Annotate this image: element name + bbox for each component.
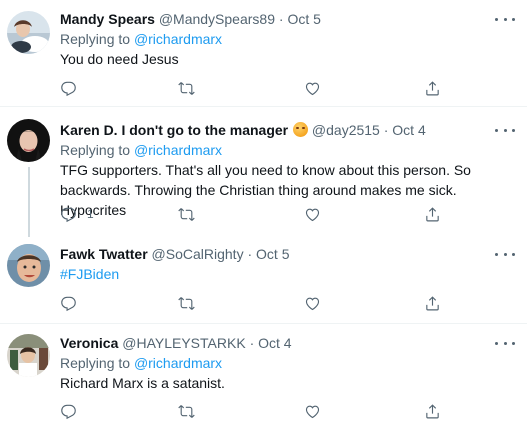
reply-button[interactable] bbox=[60, 401, 87, 421]
mention-link[interactable]: @richardmarx bbox=[134, 355, 222, 371]
like-button[interactable] bbox=[304, 401, 321, 421]
replying-to-label: Replying to bbox=[60, 31, 131, 47]
user-handle[interactable]: @SoCalRighty bbox=[152, 246, 244, 262]
mention-link[interactable]: @richardmarx bbox=[134, 142, 222, 158]
reply-icon bbox=[60, 206, 77, 223]
tweet-date[interactable]: Oct 4 bbox=[258, 335, 291, 351]
avatar[interactable] bbox=[7, 334, 50, 377]
reply-icon bbox=[60, 80, 77, 97]
share-button[interactable] bbox=[424, 401, 441, 421]
like-icon bbox=[304, 80, 321, 97]
retweet-icon bbox=[178, 80, 195, 97]
avatar[interactable] bbox=[7, 244, 50, 287]
tweet[interactable]: Fawk Twatter @SoCalRighty · Oct 5 #FJBid… bbox=[0, 233, 527, 323]
tweet-date[interactable]: Oct 4 bbox=[392, 122, 425, 138]
reply-count: 1 bbox=[87, 207, 94, 221]
user-handle[interactable]: @HAYLEYSTARKK bbox=[122, 335, 245, 351]
display-name[interactable]: Fawk Twatter bbox=[60, 246, 148, 262]
separator-dot: · bbox=[278, 11, 284, 27]
tweet[interactable]: Veronica @HAYLEYSTARKK · Oct 4 Replying … bbox=[0, 324, 527, 430]
more-icon[interactable] bbox=[495, 249, 515, 259]
mention-link[interactable]: @richardmarx bbox=[134, 31, 222, 47]
replying-to: Replying to @richardmarx bbox=[60, 140, 519, 160]
replying-to-label: Replying to bbox=[60, 142, 131, 158]
reply-button[interactable] bbox=[60, 78, 87, 98]
like-icon bbox=[304, 295, 321, 312]
share-icon bbox=[424, 295, 441, 312]
replying-to-label: Replying to bbox=[60, 355, 131, 371]
thread-line bbox=[28, 167, 30, 237]
separator-dot: · bbox=[249, 335, 255, 351]
avatar[interactable] bbox=[7, 119, 50, 162]
avatar[interactable] bbox=[7, 11, 50, 54]
share-icon bbox=[424, 206, 441, 223]
replying-to: Replying to @richardmarx bbox=[60, 353, 519, 373]
retweet-button[interactable] bbox=[178, 78, 195, 98]
tweet-text: You do need Jesus bbox=[60, 51, 179, 67]
reply-icon bbox=[60, 295, 77, 312]
more-icon[interactable] bbox=[495, 338, 515, 348]
display-name[interactable]: Mandy Spears bbox=[60, 11, 155, 27]
user-handle[interactable]: @day2515 bbox=[312, 122, 380, 138]
retweet-button[interactable] bbox=[178, 204, 195, 224]
replying-to: Replying to @richardmarx bbox=[60, 29, 519, 49]
tweet-date[interactable]: Oct 5 bbox=[256, 246, 289, 262]
share-icon bbox=[424, 403, 441, 420]
retweet-button[interactable] bbox=[178, 401, 195, 421]
reply-icon bbox=[60, 403, 77, 420]
tweet-date[interactable]: Oct 5 bbox=[287, 11, 320, 27]
retweet-icon bbox=[178, 206, 195, 223]
like-button[interactable] bbox=[304, 78, 321, 98]
separator-dot: · bbox=[383, 122, 389, 138]
display-name[interactable]: Karen D. I don't go to the manager bbox=[60, 122, 288, 138]
retweet-icon bbox=[178, 403, 195, 420]
share-button[interactable] bbox=[424, 204, 441, 224]
like-icon bbox=[304, 206, 321, 223]
share-button[interactable] bbox=[424, 78, 441, 98]
retweet-button[interactable] bbox=[178, 293, 195, 313]
tweet-text-line: TFG supporters. That's all you need to k… bbox=[60, 162, 471, 178]
tweet[interactable]: Mandy Spears @MandySpears89 · Oct 5 Repl… bbox=[0, 0, 527, 106]
more-icon[interactable] bbox=[495, 14, 515, 24]
tweet-text: Richard Marx is a satanist. bbox=[60, 375, 225, 391]
tweet[interactable]: Karen D. I don't go to the manager @day2… bbox=[0, 107, 527, 237]
like-icon bbox=[304, 403, 321, 420]
retweet-icon bbox=[178, 295, 195, 312]
smiling-face-with-hearts-emoji-icon bbox=[293, 122, 309, 137]
reply-button[interactable]: 1 bbox=[60, 204, 94, 224]
like-button[interactable] bbox=[304, 293, 321, 313]
like-button[interactable] bbox=[304, 204, 321, 224]
reply-button[interactable] bbox=[60, 293, 87, 313]
user-handle[interactable]: @MandySpears89 bbox=[159, 11, 275, 27]
share-icon bbox=[424, 80, 441, 97]
share-button[interactable] bbox=[424, 293, 441, 313]
more-icon[interactable] bbox=[495, 125, 515, 135]
separator-dot: · bbox=[247, 246, 253, 262]
display-name[interactable]: Veronica bbox=[60, 335, 118, 351]
hashtag-link[interactable]: #FJBiden bbox=[60, 264, 519, 284]
